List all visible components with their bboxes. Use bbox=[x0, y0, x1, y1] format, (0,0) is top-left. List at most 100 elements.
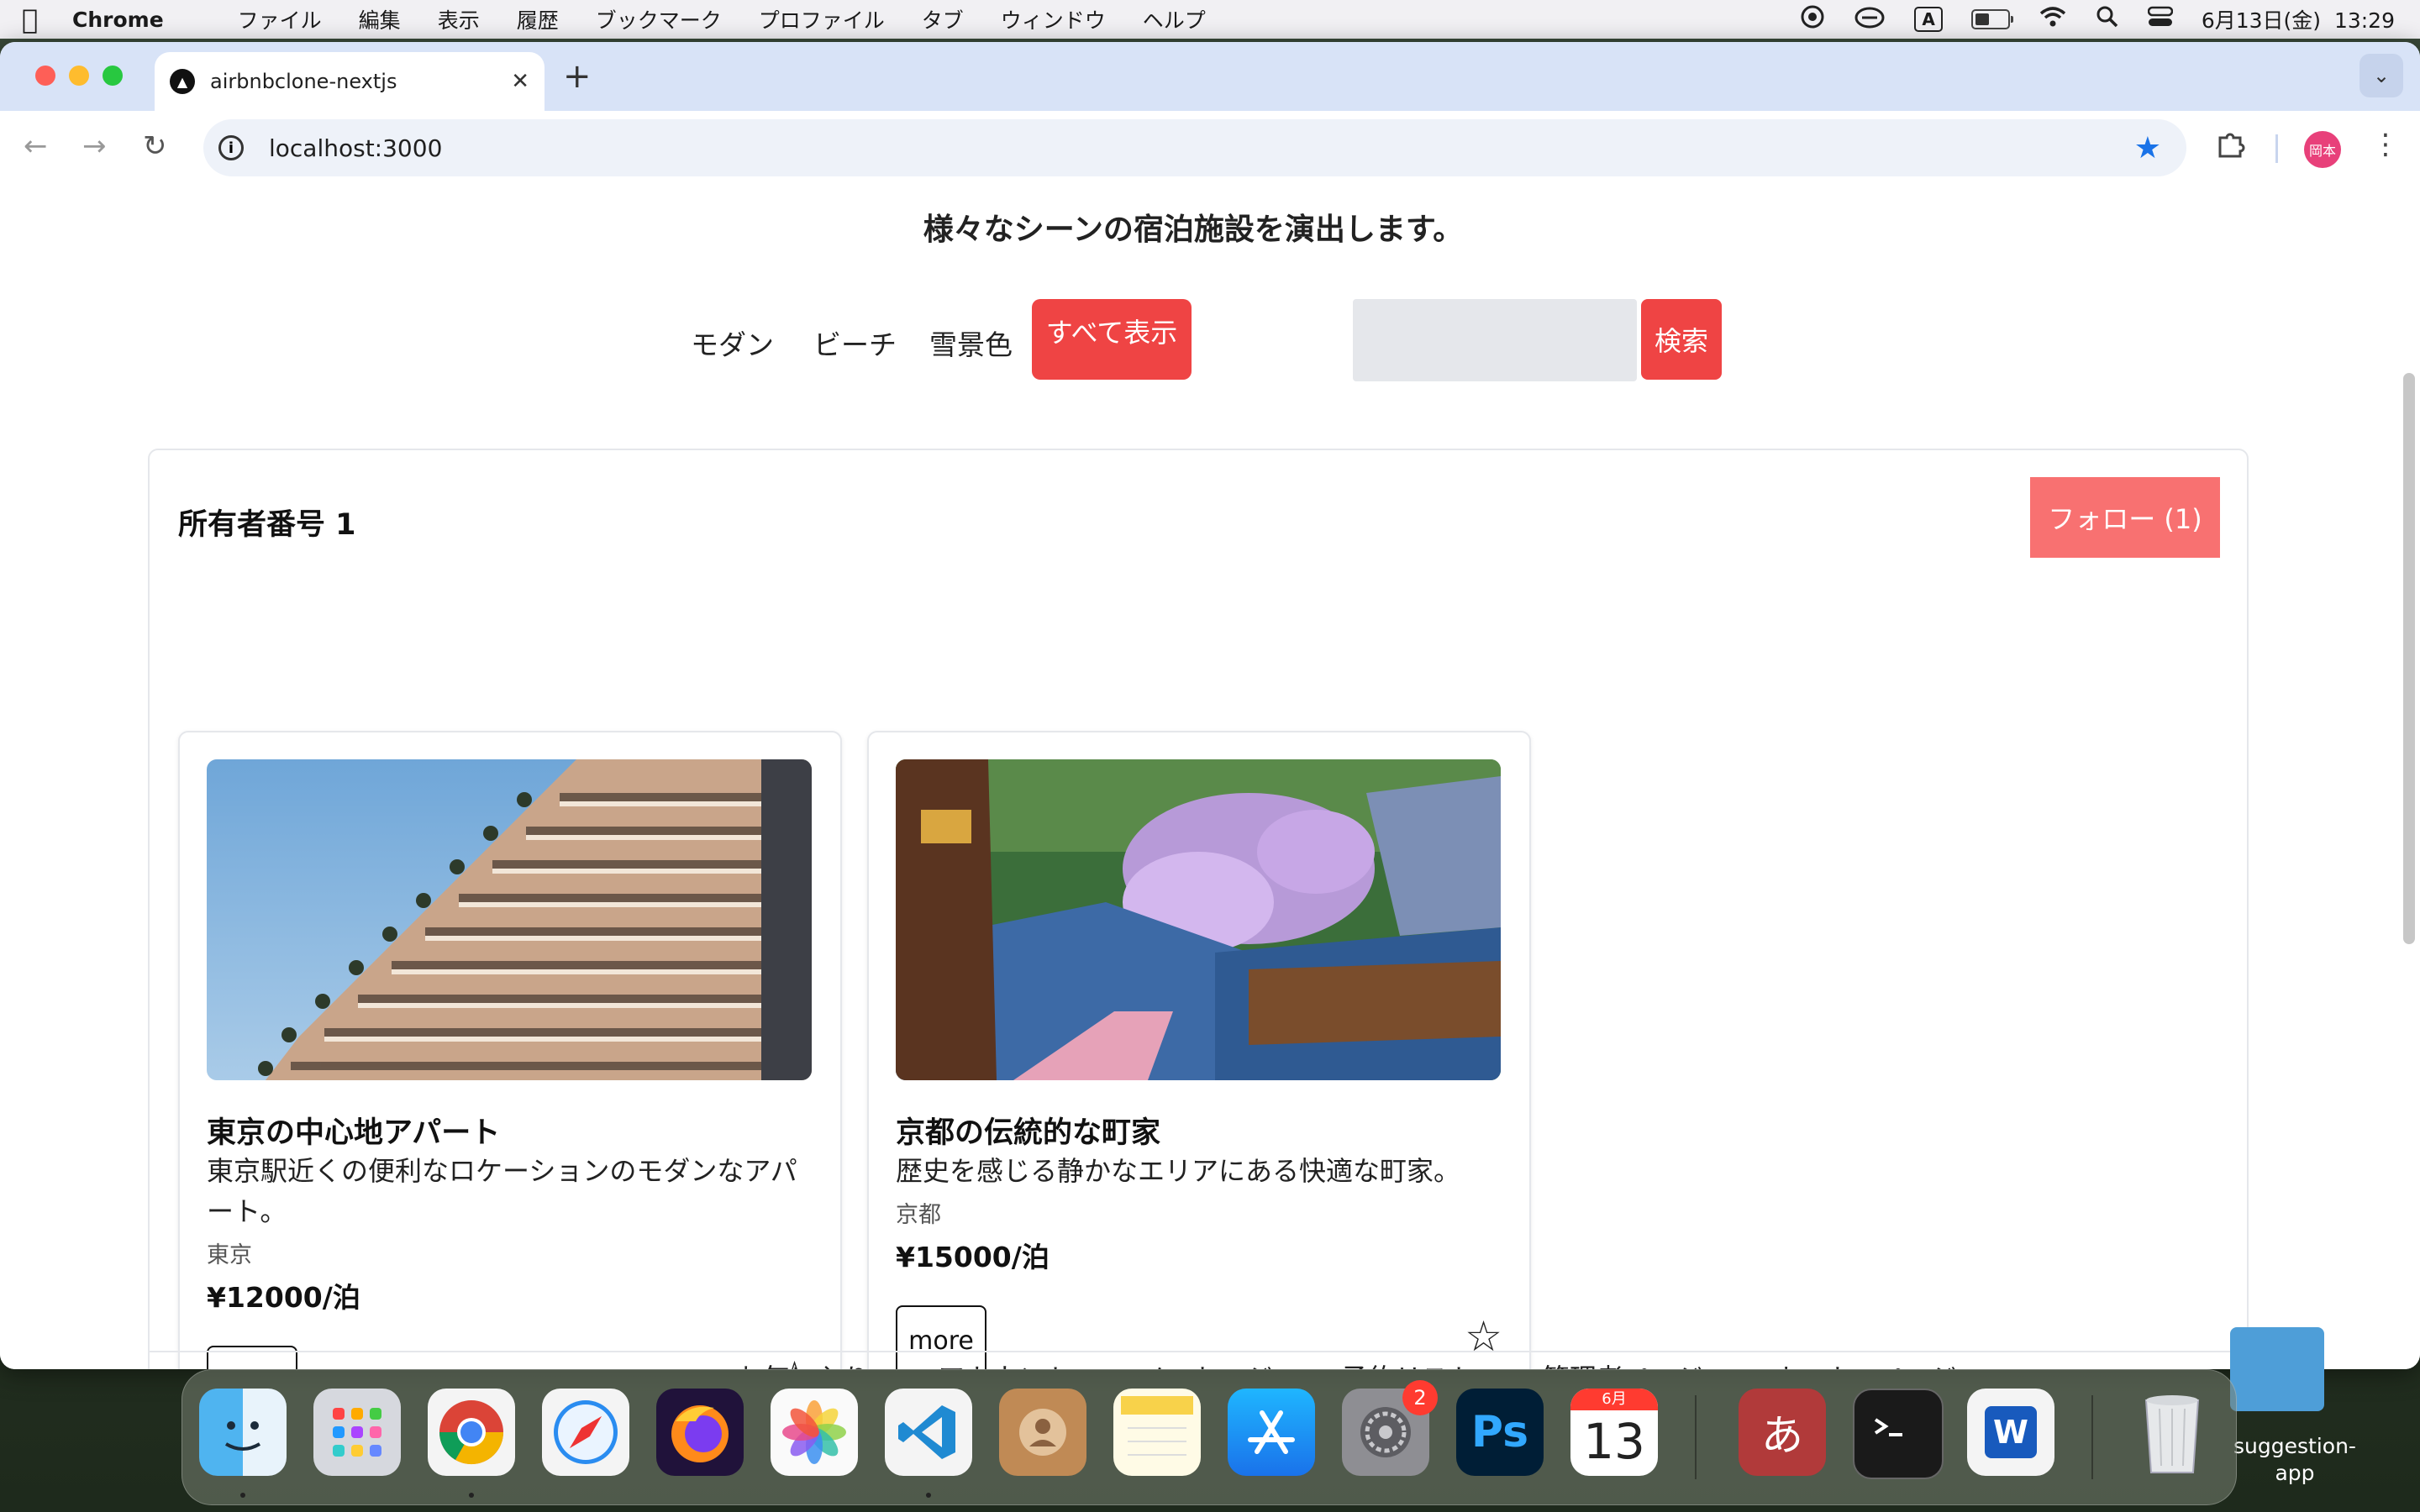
listing-city: 京都 bbox=[896, 1202, 941, 1228]
menu-tab[interactable]: タブ bbox=[922, 4, 964, 34]
running-indicator bbox=[926, 1493, 931, 1498]
menu-app-name[interactable]: Chrome bbox=[72, 8, 164, 32]
menubar-clock[interactable]: 6月13日(金) 13:29 bbox=[2202, 4, 2395, 34]
menu-bar:  Chrome ファイル 編集 表示 履歴 ブックマーク プロファイル タブ … bbox=[0, 0, 2420, 39]
photos-icon[interactable] bbox=[771, 1389, 858, 1476]
battery-level bbox=[1975, 13, 1989, 25]
listing-city: 東京 bbox=[207, 1242, 252, 1268]
listing-title: 京都の伝統的な町家 bbox=[896, 1116, 1161, 1150]
calendar-icon[interactable]: 6月 13 bbox=[1570, 1389, 1658, 1476]
search-button[interactable]: 検索 bbox=[1641, 299, 1722, 380]
follow-button[interactable]: フォロー (1) bbox=[2030, 477, 2220, 558]
battery-icon[interactable] bbox=[1970, 9, 2013, 29]
listing-photo-apartment[interactable] bbox=[207, 759, 812, 1080]
url-text[interactable]: localhost:3000 bbox=[269, 134, 2134, 162]
tab-title: airbnbclone-nextjs bbox=[210, 70, 397, 93]
notification-badge: 2 bbox=[1402, 1380, 1438, 1415]
apple-menu-icon[interactable]:  bbox=[22, 3, 72, 35]
running-indicator bbox=[469, 1493, 474, 1498]
new-tab-button[interactable]: + bbox=[563, 57, 592, 96]
launchpad-icon[interactable] bbox=[313, 1389, 401, 1476]
bookmark-star-icon[interactable]: ★ bbox=[2134, 131, 2161, 165]
minimize-window-button[interactable] bbox=[69, 66, 89, 86]
tab-active[interactable]: ▲ airbnbclone-nextjs ✕ bbox=[155, 52, 544, 111]
menu-edit[interactable]: 編集 bbox=[359, 4, 401, 34]
tab-search-chevron-icon[interactable]: ⌄ bbox=[2360, 54, 2403, 97]
owner-section: 所有者番号 1 フォロー (1) 東京の中心地アパート 東京駅近くの便利なロケー… bbox=[148, 449, 2249, 1369]
contacts-icon[interactable] bbox=[999, 1389, 1086, 1476]
listing-card[interactable]: 京都の伝統的な町家 歴史を感じる静かなエリアにある快適な町家。 京都 ¥1500… bbox=[867, 731, 1531, 1369]
profile-avatar[interactable]: 岡本 bbox=[2304, 131, 2341, 168]
site-info-icon[interactable]: i bbox=[218, 135, 244, 160]
listing-title: 東京の中心地アパート bbox=[207, 1116, 501, 1150]
dock-separator bbox=[2091, 1395, 2093, 1479]
nav-reservations[interactable]: 予約リスト bbox=[1341, 1357, 1476, 1369]
toolbar-divider bbox=[2275, 134, 2278, 163]
menu-window[interactable]: ウィンドウ bbox=[1001, 4, 1106, 34]
status-area: A 6月13日(金) 13:29 bbox=[1800, 0, 2395, 39]
creative-cloud-icon[interactable] bbox=[1800, 4, 1825, 35]
system-settings-icon[interactable]: 2 bbox=[1342, 1380, 1438, 1476]
finder-icon[interactable] bbox=[199, 1389, 287, 1476]
running-indicator bbox=[240, 1493, 245, 1498]
vercel-favicon-icon: ▲ bbox=[170, 69, 195, 94]
listing-card[interactable]: 東京の中心地アパート 東京駅近くの便利なロケーションのモダンなアパート。 東京 … bbox=[178, 731, 842, 1369]
listing-price: ¥15000/泊 bbox=[896, 1241, 1050, 1273]
close-tab-icon[interactable]: ✕ bbox=[511, 69, 529, 94]
appstore-icon[interactable] bbox=[1228, 1389, 1315, 1476]
search-input[interactable] bbox=[1353, 299, 1637, 381]
more-menu-icon[interactable]: ⋮ bbox=[2371, 128, 2400, 161]
tab-strip: ▲ airbnbclone-nextjs ✕ + ⌄ bbox=[0, 42, 2420, 111]
dock-separator bbox=[1695, 1395, 1697, 1479]
page-scrollbar[interactable] bbox=[2403, 373, 2415, 944]
calendar-day: 13 bbox=[1583, 1413, 1645, 1470]
notes-icon[interactable] bbox=[1113, 1389, 1201, 1476]
browser-window: ▲ airbnbclone-nextjs ✕ + ⌄ ← → ↻ i local… bbox=[0, 42, 2420, 1369]
listing-photo-machiya[interactable] bbox=[896, 759, 1501, 1080]
spotlight-search-icon[interactable] bbox=[2096, 5, 2119, 34]
listing-description: 東京駅近くの便利なロケーションのモダンなアパート。 bbox=[207, 1155, 797, 1227]
listing-description: 歴史を感じる静かなエリアにある快適な町家。 bbox=[896, 1155, 1461, 1187]
forward-arrow-icon[interactable]: → bbox=[82, 129, 107, 163]
vscode-icon[interactable] bbox=[885, 1389, 972, 1476]
nav-favorites[interactable]: お気に入り bbox=[736, 1357, 871, 1369]
calendar-month: 6月 bbox=[1570, 1389, 1658, 1410]
firefox-icon[interactable] bbox=[656, 1389, 744, 1476]
owner-title: 所有者番号 1 bbox=[178, 508, 356, 542]
reload-icon[interactable]: ↻ bbox=[143, 129, 167, 163]
extensions-puzzle-icon[interactable] bbox=[2215, 129, 2245, 167]
filter-beach[interactable]: ビーチ bbox=[813, 323, 897, 363]
address-bar[interactable]: i localhost:3000 ★ bbox=[203, 119, 2186, 176]
wifi-icon[interactable] bbox=[2039, 6, 2067, 34]
filter-modern[interactable]: モダン bbox=[691, 323, 774, 363]
word-icon[interactable]: W bbox=[1967, 1389, 2054, 1476]
menu-file[interactable]: ファイル bbox=[238, 4, 322, 34]
photoshop-icon[interactable]: Ps bbox=[1456, 1389, 1544, 1476]
desktop-folder-icon[interactable] bbox=[2230, 1327, 2324, 1411]
control-center-icon[interactable] bbox=[2147, 6, 2174, 34]
cloud-sync-icon[interactable] bbox=[1854, 4, 1886, 35]
chrome-icon[interactable] bbox=[428, 1389, 515, 1476]
listing-price: ¥12000/泊 bbox=[207, 1281, 360, 1314]
menu-profiles[interactable]: プロファイル bbox=[759, 4, 885, 34]
nav-messages[interactable]: メッセージ bbox=[1139, 1357, 1273, 1369]
trash-icon[interactable] bbox=[2128, 1389, 2216, 1476]
menu-help[interactable]: ヘルプ bbox=[1143, 4, 1206, 34]
nav-account[interactable]: アカウント bbox=[938, 1357, 1072, 1369]
menu-bookmarks[interactable]: ブックマーク bbox=[596, 4, 722, 34]
menu-view[interactable]: 表示 bbox=[438, 4, 480, 34]
back-arrow-icon[interactable]: ← bbox=[24, 129, 48, 163]
zoom-window-button[interactable] bbox=[103, 66, 123, 86]
close-window-button[interactable] bbox=[35, 66, 55, 86]
desktop-item-label[interactable]: suggestion-app bbox=[2232, 1433, 2358, 1487]
nav-owner[interactable]: オーナーページ bbox=[1770, 1357, 1957, 1369]
input-source-icon[interactable]: A bbox=[1914, 7, 1943, 32]
show-all-button[interactable]: すべて表示 bbox=[1032, 299, 1192, 380]
safari-icon[interactable] bbox=[542, 1389, 629, 1476]
kotoeri-icon[interactable]: あ bbox=[1739, 1389, 1826, 1476]
menu-history[interactable]: 履歴 bbox=[517, 4, 559, 34]
terminal-icon[interactable] bbox=[1853, 1389, 1944, 1479]
word-letter: W bbox=[1985, 1406, 2037, 1458]
filter-snow[interactable]: 雪景色 bbox=[929, 323, 1013, 363]
nav-admin[interactable]: 管理者ページ bbox=[1543, 1357, 1703, 1369]
